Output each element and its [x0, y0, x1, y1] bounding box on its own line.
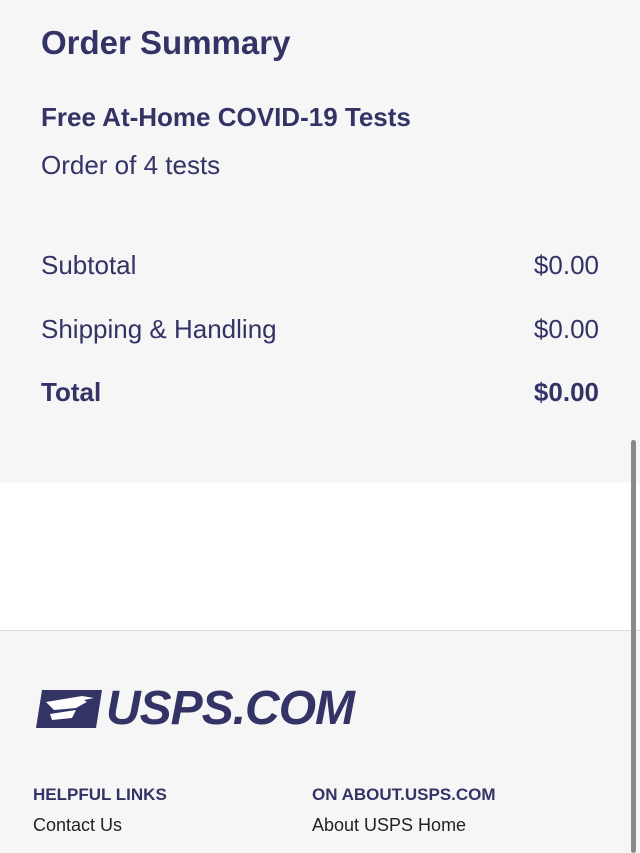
usps-logo[interactable]: USPS.COM [36, 681, 355, 736]
usps-logo-text: USPS.COM [106, 682, 355, 735]
order-summary-panel: Order Summary Free At-Home COVID-19 Test… [0, 0, 640, 483]
about-usps-home-link[interactable]: About USPS Home [312, 815, 496, 836]
subtotal-value: $0.00 [533, 250, 599, 280]
product-name: Free At-Home COVID-19 Tests [41, 102, 411, 132]
about-usps-heading: ON ABOUT.USPS.COM [312, 785, 496, 804]
about-usps-column: ON ABOUT.USPS.COM About USPS Home [312, 785, 496, 836]
shipping-row: Shipping & Handling $0.00 [41, 314, 599, 345]
order-summary-title: Order Summary [41, 24, 291, 61]
helpful-links-heading: HELPFUL LINKS [33, 785, 167, 804]
eagle-icon [36, 689, 102, 728]
total-value: $0.00 [533, 377, 599, 407]
shipping-value: $0.00 [533, 314, 599, 344]
site-footer: USPS.COM HELPFUL LINKS Contact Us ON ABO… [0, 631, 640, 853]
content-spacer [0, 483, 640, 631]
contact-us-link[interactable]: Contact Us [33, 815, 167, 836]
shipping-label: Shipping & Handling [41, 314, 277, 344]
subtotal-row: Subtotal $0.00 [41, 250, 599, 281]
total-label: Total [41, 377, 102, 407]
total-row: Total $0.00 [41, 377, 599, 408]
vertical-scrollbar[interactable] [631, 440, 636, 853]
helpful-links-column: HELPFUL LINKS Contact Us [33, 785, 167, 836]
subtotal-label: Subtotal [41, 250, 137, 280]
order-quantity: Order of 4 tests [41, 150, 221, 180]
